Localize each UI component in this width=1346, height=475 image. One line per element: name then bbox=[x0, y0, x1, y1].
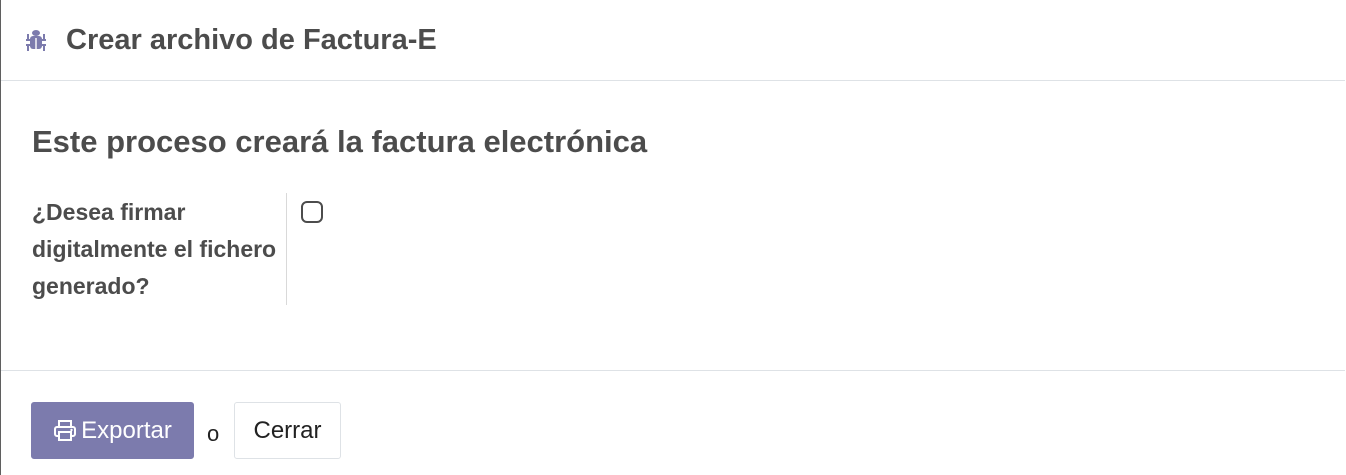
or-separator: o bbox=[207, 421, 220, 446]
dialog-footer: Exportar o Cerrar bbox=[1, 371, 1345, 475]
export-button[interactable]: Exportar bbox=[31, 402, 194, 459]
sign-field-row: ¿Desea firmar digitalmente el fichero ge… bbox=[32, 193, 323, 305]
body-heading: Este proceso creará la factura electróni… bbox=[32, 124, 648, 159]
sign-field-label: ¿Desea firmar digitalmente el fichero ge… bbox=[32, 199, 277, 299]
sign-checkbox[interactable] bbox=[301, 201, 323, 223]
dialog-title: Crear archivo de Factura-E bbox=[66, 23, 437, 56]
close-button[interactable]: Cerrar bbox=[234, 402, 341, 459]
export-dialog: Crear archivo de Factura-E Este proceso … bbox=[0, 0, 1345, 475]
bug-icon bbox=[23, 27, 49, 53]
sign-field-value bbox=[286, 193, 323, 305]
print-icon bbox=[53, 419, 77, 443]
dialog-body: Este proceso creará la factura electróni… bbox=[1, 81, 1345, 371]
export-button-label: Exportar bbox=[81, 416, 172, 444]
dialog-header: Crear archivo de Factura-E bbox=[1, 0, 1345, 81]
